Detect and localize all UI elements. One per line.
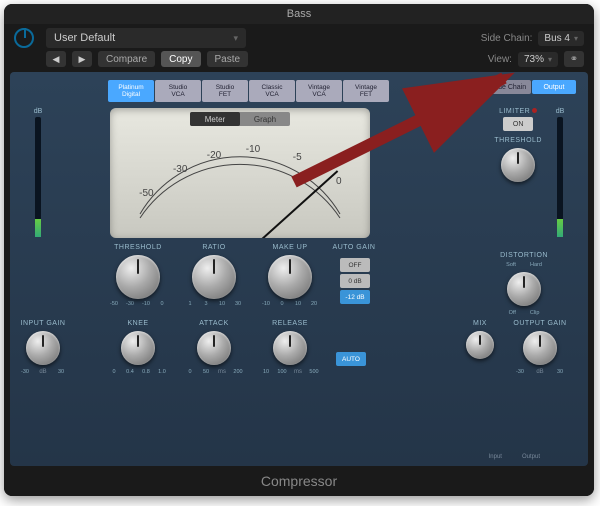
autogain-buttons: OFF 0 dB -12 dB [340, 258, 370, 304]
prev-preset-button[interactable]: ◀ [46, 51, 66, 67]
auto-release-button[interactable]: AUTO [336, 352, 366, 366]
autogain-12db[interactable]: -12 dB [340, 290, 370, 304]
power-button[interactable] [14, 28, 34, 48]
style-studio-fet[interactable]: StudioFET [202, 80, 248, 102]
compressor-panel: PlatinumDigital StudioVCA StudioFET Clas… [10, 72, 588, 466]
plugin-window: Bass User Default ▾ Side Chain: Bus 4 ▾ … [4, 4, 594, 496]
next-preset-button[interactable]: ▶ [72, 51, 92, 67]
preset-select[interactable]: User Default ▾ [46, 28, 246, 48]
copy-button[interactable]: Copy [161, 51, 200, 67]
link-button[interactable]: ⚭ [564, 51, 584, 67]
release-knob[interactable] [273, 331, 307, 365]
attack-knob[interactable] [197, 331, 231, 365]
plugin-name-footer: Compressor [4, 466, 594, 496]
limiter-on-button[interactable]: ON [503, 117, 533, 131]
mix-knob[interactable] [466, 331, 494, 359]
input-gain-knob[interactable] [26, 331, 60, 365]
limiter-threshold-knob[interactable] [501, 148, 535, 182]
makeup-knob[interactable] [268, 255, 312, 299]
style-studio-vca[interactable]: StudioVCA [155, 80, 201, 102]
gr-meter-left: dB [24, 108, 52, 237]
output-meter-right: dB [546, 108, 574, 237]
view-label: View: [488, 54, 512, 65]
meter-legend: InputOutput [489, 454, 540, 460]
ratio-knob[interactable] [192, 255, 236, 299]
chevron-down-icon: ▾ [233, 33, 238, 44]
style-platinum-digital[interactable]: PlatinumDigital [108, 80, 154, 102]
autogain-off[interactable]: OFF [340, 258, 370, 272]
paste-button[interactable]: Paste [207, 51, 249, 67]
knee-knob[interactable] [121, 331, 155, 365]
distortion-knob[interactable] [507, 272, 541, 306]
preset-name: User Default [54, 32, 115, 44]
sidechain-label: Side Chain: [481, 33, 533, 44]
vu-meter: Meter Graph -50 -30 -20 -10 -5 0 [110, 108, 370, 238]
window-title: Bass [4, 4, 594, 24]
plugin-header: User Default ▾ Side Chain: Bus 4 ▾ ◀ ▶ C… [4, 24, 594, 72]
threshold-knob[interactable] [116, 255, 160, 299]
autogain-0db[interactable]: 0 dB [340, 274, 370, 288]
style-vintage-vca[interactable]: VintageVCA [296, 80, 342, 102]
chevron-up-down-icon: ▾ [574, 34, 578, 43]
view-zoom-select[interactable]: 73% ▾ [518, 52, 558, 67]
chevron-up-down-icon: ▾ [548, 55, 552, 64]
compare-button[interactable]: Compare [98, 51, 155, 67]
io-tabs: Side Chain Output [487, 80, 576, 94]
output-gain-knob[interactable] [523, 331, 557, 365]
tab-sidechain[interactable]: Side Chain [487, 80, 531, 94]
tab-output[interactable]: Output [532, 80, 576, 94]
sidechain-select[interactable]: Bus 4 ▾ [538, 31, 584, 46]
distortion-section: DISTORTION SoftHard OffClip [500, 244, 548, 316]
style-vintage-fet[interactable]: VintageFET [343, 80, 389, 102]
style-classic-vca[interactable]: ClassicVCA [249, 80, 295, 102]
limiter-section: LIMITER ON THRESHOLD [494, 108, 542, 186]
limiter-led-icon [532, 108, 537, 113]
